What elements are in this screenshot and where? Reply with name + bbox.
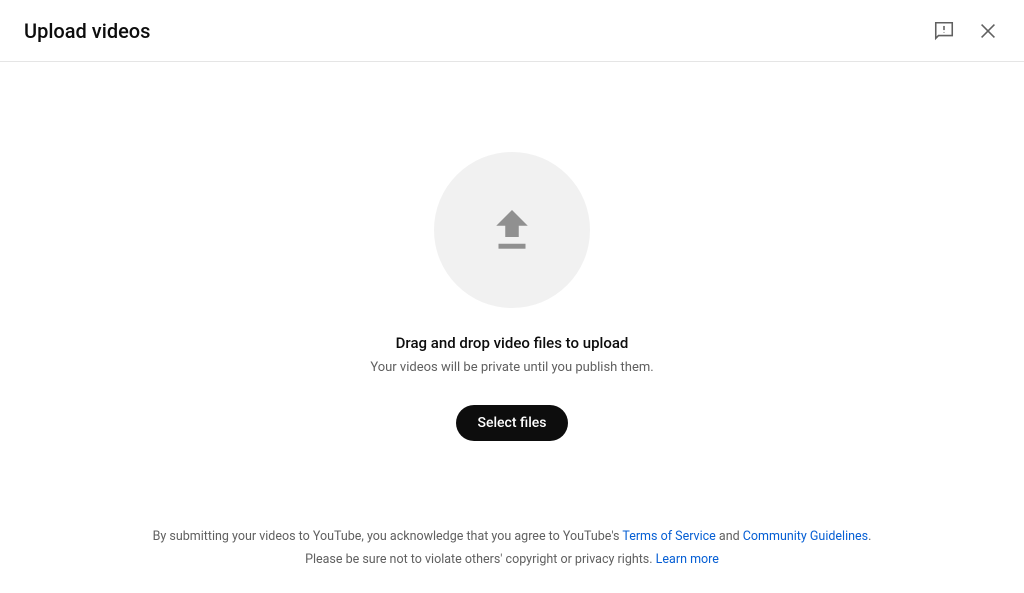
legal-and: and [716, 529, 743, 544]
legal-text: By submitting your videos to YouTube, yo… [0, 526, 1024, 571]
close-icon[interactable] [976, 19, 1000, 43]
terms-of-service-link[interactable]: Terms of Service [622, 529, 715, 544]
select-files-button[interactable]: Select files [456, 405, 569, 441]
privacy-note: Your videos will be private until you pu… [370, 360, 653, 375]
legal-period: . [868, 529, 871, 544]
legal-line2-prefix: Please be sure not to violate others' co… [305, 552, 656, 567]
upload-dropzone[interactable] [434, 152, 590, 308]
header-actions [932, 19, 1000, 43]
community-guidelines-link[interactable]: Community Guidelines [743, 529, 868, 544]
legal-prefix: By submitting your videos to YouTube, yo… [153, 529, 623, 544]
upload-arrow-icon [485, 201, 539, 259]
dialog-title: Upload videos [24, 19, 150, 43]
upload-area: Drag and drop video files to upload Your… [0, 62, 1024, 593]
drag-instruction: Drag and drop video files to upload [396, 334, 629, 352]
feedback-icon[interactable] [932, 19, 956, 43]
dialog-header: Upload videos [0, 0, 1024, 62]
learn-more-link[interactable]: Learn more [656, 552, 719, 567]
